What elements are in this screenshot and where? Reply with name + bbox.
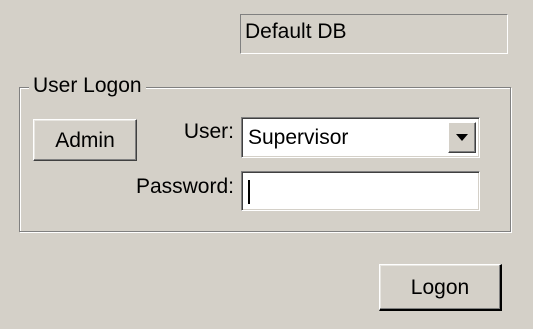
password-input[interactable]: [241, 171, 480, 211]
dropdown-button[interactable]: [448, 122, 476, 153]
admin-button-label: Admin: [55, 128, 115, 152]
database-name-display: Default DB: [240, 14, 508, 54]
logon-button[interactable]: Logon: [379, 264, 502, 311]
password-label: Password:: [135, 175, 234, 198]
user-select[interactable]: Supervisor: [241, 117, 480, 158]
chevron-down-icon: [456, 133, 468, 141]
text-caret: [248, 180, 250, 204]
admin-button[interactable]: Admin: [33, 119, 137, 161]
user-select-value: Supervisor: [248, 126, 349, 149]
user-logon-group-title: User Logon: [29, 73, 146, 99]
logon-button-label: Logon: [410, 275, 470, 299]
user-label: User:: [183, 120, 234, 143]
